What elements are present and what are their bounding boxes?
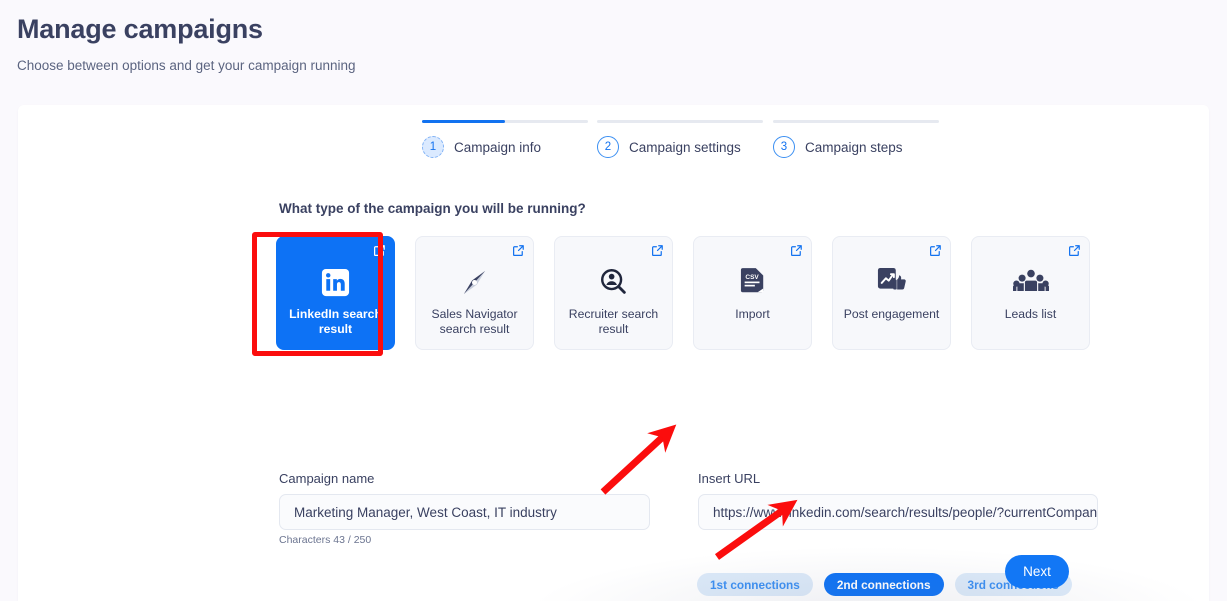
next-button[interactable]: Next — [1005, 555, 1069, 588]
campaign-type-label: Import — [735, 307, 770, 321]
character-counter: Characters 43 / 250 — [279, 534, 372, 546]
campaign-type-cards: LinkedIn search result Sales Navigator s… — [276, 236, 1090, 350]
page-title: Manage campaigns — [17, 14, 263, 44]
campaign-name-input[interactable]: Marketing Manager, West Coast, IT indust… — [279, 494, 650, 530]
content-panel: 1 Campaign info 2 Campaign settings 3 Ca… — [18, 105, 1209, 601]
step-number-2: 2 — [597, 136, 619, 158]
external-link-icon[interactable] — [790, 244, 803, 257]
campaign-type-card-linkedin-search[interactable]: LinkedIn search result — [276, 236, 395, 350]
compass-icon — [458, 265, 491, 299]
external-link-icon[interactable] — [929, 244, 942, 257]
step-campaign-settings[interactable]: 2 Campaign settings — [597, 120, 763, 158]
linkedin-icon — [320, 265, 351, 299]
campaign-type-card-leads-list[interactable]: Leads list — [971, 236, 1090, 350]
step-progress-bar — [422, 120, 588, 123]
step-number-3: 3 — [773, 136, 795, 158]
campaign-type-card-recruiter-search[interactable]: Recruiter search result — [554, 236, 673, 350]
chip-2nd-connections[interactable]: 2nd connections — [823, 573, 944, 596]
svg-text:CSV: CSV — [745, 274, 759, 281]
people-group-icon — [1012, 265, 1049, 299]
campaign-wizard-page: Manage campaigns Choose between options … — [0, 0, 1227, 601]
external-link-icon[interactable] — [651, 244, 664, 257]
step-progress-bar — [597, 120, 763, 123]
campaign-type-label: Recruiter search result — [568, 307, 659, 336]
step-label-2: Campaign settings — [629, 139, 741, 155]
step-campaign-steps[interactable]: 3 Campaign steps — [773, 120, 939, 158]
post-engagement-icon — [876, 265, 908, 299]
external-link-icon[interactable] — [373, 244, 386, 257]
step-label-3: Campaign steps — [805, 139, 903, 155]
campaign-type-label: Leads list — [1004, 307, 1057, 321]
campaign-name-value: Marketing Manager, West Coast, IT indust… — [294, 504, 557, 520]
page-subtitle: Choose between options and get your camp… — [17, 58, 356, 73]
chip-1st-connections[interactable]: 1st connections — [697, 573, 813, 596]
campaign-type-label: Sales Navigator search result — [431, 307, 518, 336]
campaign-type-card-post-engagement[interactable]: Post engagement — [832, 236, 951, 350]
step-campaign-info[interactable]: 1 Campaign info — [422, 120, 588, 158]
csv-file-icon: CSV — [740, 265, 766, 299]
person-search-icon — [598, 265, 630, 299]
insert-url-label: Insert URL — [698, 471, 761, 486]
step-label-1: Campaign info — [454, 139, 542, 155]
campaign-type-card-import[interactable]: CSV Import — [693, 236, 812, 350]
campaign-type-question: What type of the campaign you will be ru… — [279, 201, 586, 216]
insert-url-input[interactable]: https://www.linkedin.com/search/results/… — [698, 494, 1098, 530]
insert-url-value: https://www.linkedin.com/search/results/… — [713, 504, 1098, 520]
campaign-type-label: Post engagement — [843, 307, 940, 321]
external-link-icon[interactable] — [1068, 244, 1081, 257]
external-link-icon[interactable] — [512, 244, 525, 257]
step-number-1: 1 — [422, 136, 444, 158]
campaign-name-label: Campaign name — [279, 471, 375, 486]
campaign-type-label: LinkedIn search result — [289, 307, 382, 336]
page-header: Manage campaigns Choose between options … — [0, 0, 1227, 105]
step-progress-bar — [773, 120, 939, 123]
campaign-type-card-sales-navigator[interactable]: Sales Navigator search result — [415, 236, 534, 350]
